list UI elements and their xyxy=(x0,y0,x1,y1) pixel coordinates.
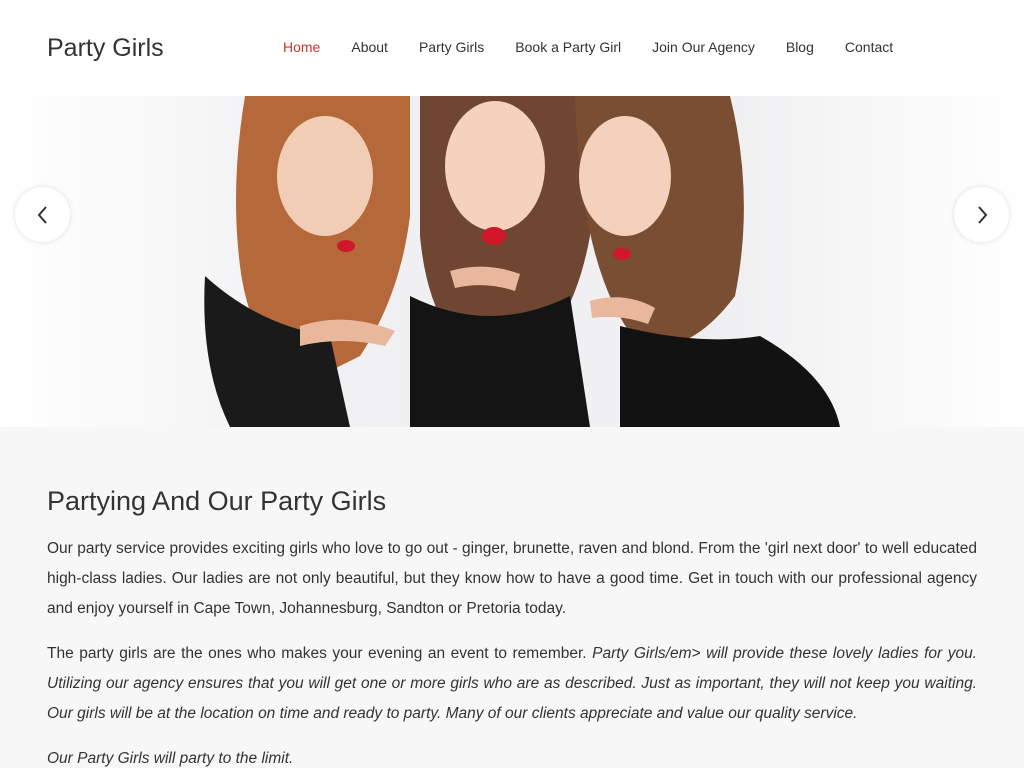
description-text: The party girls are the ones who makes y… xyxy=(47,645,593,662)
main-nav: Home About Party Girls Book a Party Girl… xyxy=(283,39,893,55)
slider-prev-button[interactable] xyxy=(15,187,70,242)
closing-italic-text: Our Party Girls will party to the limit. xyxy=(47,750,294,767)
nav-join-our-agency[interactable]: Join Our Agency xyxy=(652,39,755,55)
intro-paragraph: Our party service provides exciting girl… xyxy=(47,540,977,617)
hero-image xyxy=(0,96,1024,427)
closing-paragraph: Our Party Girls will party to the limit. xyxy=(47,744,977,768)
nav-contact[interactable]: Contact xyxy=(845,39,893,55)
slider-next-button[interactable] xyxy=(954,187,1009,242)
nav-home[interactable]: Home xyxy=(283,39,320,55)
chevron-right-icon xyxy=(977,205,987,224)
brand-logo[interactable]: Party Girls xyxy=(47,34,164,63)
nav-book-a-party-girl[interactable]: Book a Party Girl xyxy=(515,39,621,55)
nav-party-girls[interactable]: Party Girls xyxy=(419,39,484,55)
nav-about[interactable]: About xyxy=(351,39,388,55)
nav-blog[interactable]: Blog xyxy=(786,39,814,55)
hero-slider xyxy=(0,96,1024,427)
chevron-left-icon xyxy=(37,205,47,224)
site-header: Party Girls Home About Party Girls Book … xyxy=(0,0,1024,96)
description-paragraph: The party girls are the ones who makes y… xyxy=(47,639,977,729)
main-content: Partying And Our Party Girls Our party s… xyxy=(0,427,1024,768)
page-title: Partying And Our Party Girls xyxy=(47,486,387,516)
